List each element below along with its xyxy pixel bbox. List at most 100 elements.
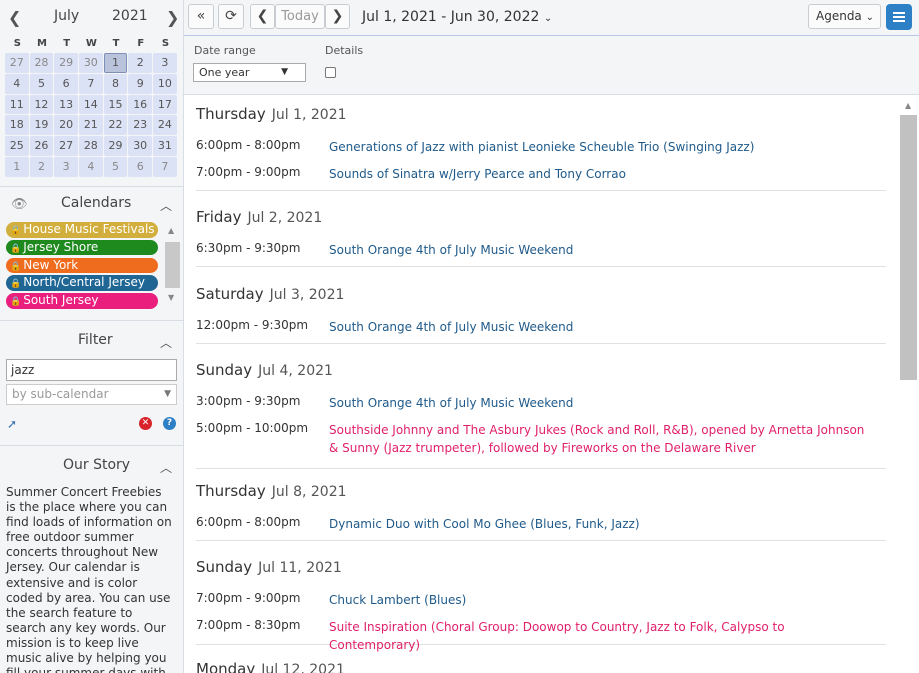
event-time: 5:00pm - 10:00pm [196,421,309,435]
calendar-day[interactable]: 31 [153,136,177,156]
calendar-item-north-central-jersey[interactable]: 🔒 North/Central Jersey [6,275,158,291]
share-icon[interactable]: ➚ [7,417,17,431]
menu-icon [893,16,905,18]
calendar-day[interactable]: 18 [5,115,29,136]
event-title[interactable]: South Orange 4th of July Music Weekend [329,241,869,259]
scroll-up-icon[interactable]: ▲ [168,226,174,235]
prev-month-icon[interactable]: ❮ [8,8,21,27]
prev-button[interactable]: ❮ [250,4,275,29]
first-button[interactable]: « [188,4,214,29]
event-title[interactable]: Generations of Jazz with pianist Leoniek… [329,138,869,156]
calendar-day[interactable]: 1 [5,156,29,177]
event-title[interactable]: Chuck Lambert (Blues) [329,591,869,609]
help-icon[interactable]: ? [163,417,176,430]
calendar-day[interactable]: 7 [79,73,103,94]
scroll-thumb[interactable] [900,115,917,380]
calendar-item-new-york[interactable]: 🔒 New York [6,257,158,274]
weekday-label: F [137,38,145,49]
agenda-scrollbar[interactable]: ▲ [899,95,919,673]
mini-calendar-month[interactable]: July [54,8,79,24]
calendar-day[interactable]: 29 [54,53,78,73]
calendar-day[interactable]: 30 [128,136,152,156]
calendar-day-today[interactable]: 1 [103,53,128,73]
next-month-icon[interactable]: ❯ [166,8,179,27]
today-button[interactable]: Today [275,4,325,29]
weekday-label: S [161,38,170,49]
calendar-day[interactable]: 28 [29,53,54,73]
calendar-day[interactable]: 7 [153,156,177,177]
details-checkbox[interactable] [325,67,336,78]
refresh-button[interactable]: ⟳ [218,4,244,29]
sub-calendar-select[interactable]: by sub-calendar ▼ [6,384,177,405]
calendar-day[interactable]: 2 [29,156,54,177]
date-range-text: Jul 1, 2021 - Jun 30, 2022 [362,9,540,25]
date-range-label[interactable]: Jul 1, 2021 - Jun 30, 2022 ⌄ [362,9,552,25]
calendar-day[interactable]: 11 [5,94,29,115]
calendar-week: 27 28 29 30 1 2 3 [5,53,178,73]
view-select-button[interactable]: Agenda ⌄ [808,4,881,29]
event-title[interactable]: Southside Johnny and The Asbury Jukes (R… [329,421,869,457]
calendar-day[interactable]: 24 [153,115,177,136]
calendar-day[interactable]: 21 [79,115,103,136]
calendar-day[interactable]: 29 [103,136,128,156]
weekday-label: T [112,38,120,49]
calendar-day[interactable]: 4 [5,73,29,94]
calendar-day[interactable]: 6 [54,73,78,94]
divider [0,320,183,321]
event-title[interactable]: Sounds of Sinatra w/Jerry Pearce and Ton… [329,165,869,183]
calendar-day[interactable]: 14 [79,94,103,115]
calendar-day[interactable]: 23 [128,115,152,136]
clear-filter-icon[interactable]: ✕ [139,417,152,430]
event-title[interactable]: South Orange 4th of July Music Weekend [329,394,869,412]
search-input[interactable]: jazz [6,359,177,381]
calendar-day[interactable]: 3 [54,156,78,177]
event-time: 6:30pm - 9:30pm [196,241,301,255]
calendar-day[interactable]: 20 [54,115,78,136]
event-time: 6:00pm - 8:00pm [196,138,301,152]
calendar-day[interactable]: 3 [153,53,177,73]
calendar-day[interactable]: 8 [103,73,128,94]
calendar-day[interactable]: 22 [103,115,128,136]
calendar-day[interactable]: 28 [79,136,103,156]
calendar-day[interactable]: 17 [153,94,177,115]
chevron-down-icon: ⌄ [543,13,553,24]
calendar-day[interactable]: 27 [5,53,29,73]
scroll-up-icon[interactable]: ▲ [905,101,911,110]
calendar-day[interactable]: 5 [29,73,54,94]
calendar-day[interactable]: 2 [128,53,152,73]
calendar-item-house-music-festivals[interactable]: 🔒 House Music Festivals [6,222,158,238]
scroll-thumb[interactable] [165,242,180,288]
next-button[interactable]: ❯ [325,4,350,29]
menu-button[interactable] [886,4,912,30]
calendar-day[interactable]: 10 [153,73,177,94]
chevron-up-icon[interactable]: ︿ [160,334,172,351]
calendar-day[interactable]: 12 [29,94,54,115]
date-range-select[interactable]: One year ▼ [193,63,306,82]
calendar-item-south-jersey[interactable]: 🔒 South Jersey [6,293,158,309]
event-title[interactable]: Dynamic Duo with Cool Mo Ghee (Blues, Fu… [329,515,869,533]
scroll-down-icon[interactable]: ▼ [168,293,174,302]
calendar-day[interactable]: 26 [29,136,54,156]
mini-calendar-year[interactable]: 2021 [112,8,148,24]
chevron-up-icon[interactable]: ︿ [160,459,172,476]
eye-icon[interactable]: 👁 [11,197,28,212]
calendar-day[interactable]: 19 [29,115,54,136]
calendar-day[interactable]: 4 [79,156,103,177]
calendar-day[interactable]: 6 [128,156,152,177]
calendar-day[interactable]: 30 [79,53,103,73]
agenda-day: Thursday Jul 1, 2021 6:00pm - 8:00pm Gener… [196,105,886,191]
calendar-day[interactable]: 9 [128,73,152,94]
day-date: Jul 12, 2021 [261,662,345,673]
calendar-day[interactable]: 27 [54,136,78,156]
calendar-day[interactable]: 15 [103,94,128,115]
calendar-day[interactable]: 5 [103,156,128,177]
calendar-day[interactable]: 25 [5,136,29,156]
event-title[interactable]: Suite Inspiration (Choral Group: Doowop … [329,618,869,654]
calendar-item-jersey-shore[interactable]: 🔒 Jersey Shore [6,239,158,256]
chevron-up-icon[interactable]: ︿ [160,197,172,214]
calendar-list-scrollbar[interactable]: ▲ ▼ [165,226,180,306]
event-title[interactable]: South Orange 4th of July Music Weekend [329,318,869,336]
weekday-label: S [13,38,21,49]
calendar-day[interactable]: 13 [54,94,78,115]
calendar-day[interactable]: 16 [128,94,152,115]
